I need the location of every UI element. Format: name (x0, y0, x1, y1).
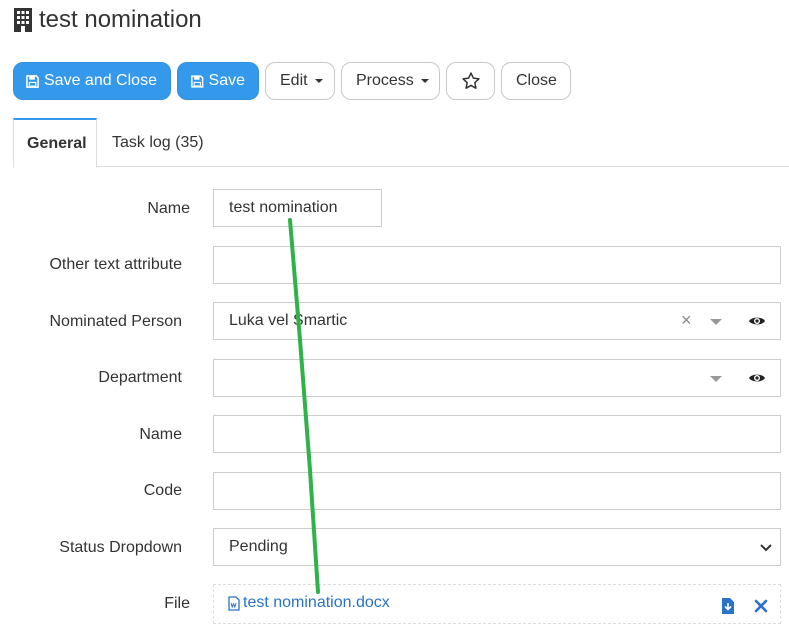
status-dropdown-select[interactable]: Pending (213, 528, 781, 566)
floppy-disk-icon (191, 74, 204, 88)
toolbar: Save and Close Save Edit Process Close (13, 62, 571, 100)
eye-icon (748, 317, 765, 325)
department-label: Department (98, 369, 182, 386)
file-label: File (164, 595, 190, 612)
favorite-button[interactable] (446, 62, 495, 100)
name-value: test nomination (229, 199, 338, 216)
tab-task-log[interactable]: Task log (35) (99, 118, 217, 167)
chevron-down-icon (760, 544, 772, 552)
save-and-close-button[interactable]: Save and Close (13, 62, 171, 100)
status-dropdown-label: Status Dropdown (59, 539, 182, 556)
view-person-button[interactable] (733, 302, 781, 340)
page-title: test nomination (39, 6, 202, 33)
other-text-attribute-label: Other text attribute (49, 256, 182, 273)
download-icon[interactable] (720, 597, 736, 615)
caret-down-icon (314, 79, 323, 83)
chevron-down-icon[interactable] (710, 376, 722, 382)
code-input[interactable] (213, 472, 781, 510)
process-dropdown-button[interactable]: Process (341, 62, 440, 100)
close-icon[interactable] (754, 599, 768, 613)
building-icon (14, 8, 32, 32)
tab-task-log-label: Task log (35) (112, 133, 204, 151)
close-button[interactable]: Close (501, 62, 571, 100)
nominated-person-label: Nominated Person (49, 313, 182, 330)
save-label: Save (208, 72, 245, 89)
save-button[interactable]: Save (177, 62, 259, 100)
page-header: test nomination (13, 4, 202, 36)
word-document-icon (228, 595, 240, 611)
name-label: Name (147, 200, 190, 217)
chevron-down-icon[interactable] (710, 319, 722, 325)
other-text-attribute-input[interactable] (213, 246, 781, 284)
file-attachment: test nomination.docx (213, 584, 781, 624)
file-link[interactable]: test nomination.docx (228, 594, 390, 612)
floppy-disk-icon (26, 74, 39, 88)
name-secondary-input[interactable] (213, 415, 781, 453)
nominated-person-select[interactable]: Luka vel Smartic × (213, 302, 734, 340)
star-icon (461, 72, 480, 89)
edit-label: Edit (280, 72, 308, 89)
caret-down-icon (420, 79, 429, 83)
eye-icon (748, 374, 765, 382)
tab-bar: General Task log (35) (13, 118, 789, 168)
process-label: Process (356, 72, 414, 89)
tab-general[interactable]: General (13, 118, 97, 168)
department-select[interactable] (213, 359, 734, 397)
tab-general-label: General (27, 134, 87, 152)
close-label: Close (516, 72, 557, 89)
code-label: Code (143, 482, 182, 499)
status-dropdown-value: Pending (229, 538, 288, 555)
view-department-button[interactable] (733, 359, 781, 397)
nominated-person-value: Luka vel Smartic (229, 312, 348, 329)
close-icon[interactable]: × (681, 310, 692, 331)
name-input[interactable]: test nomination (213, 189, 382, 227)
name-secondary-label: Name (139, 426, 182, 443)
file-name: test nomination.docx (243, 594, 390, 611)
edit-dropdown-button[interactable]: Edit (265, 62, 335, 100)
save-and-close-label: Save and Close (44, 72, 157, 89)
